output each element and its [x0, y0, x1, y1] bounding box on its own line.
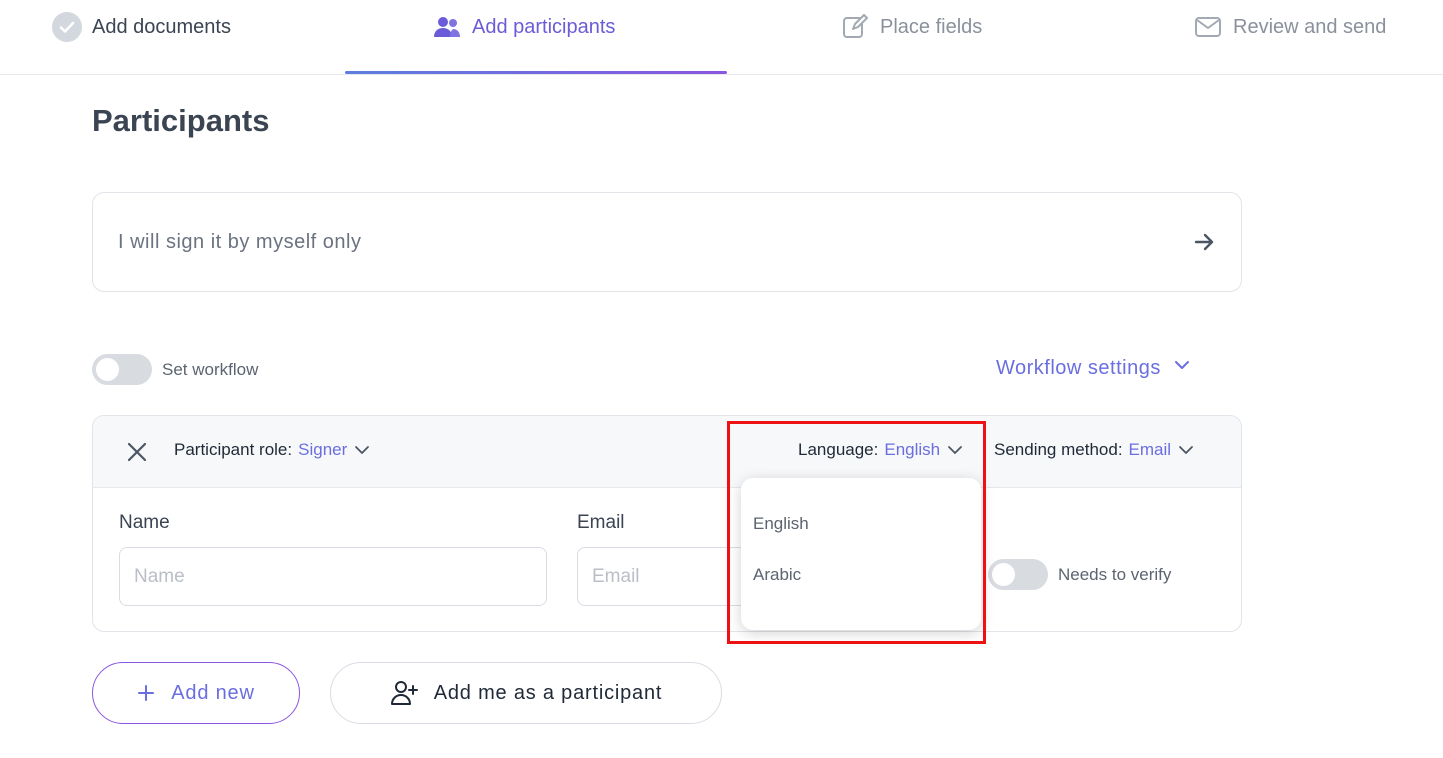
- language-option-arabic[interactable]: Arabic: [741, 565, 981, 616]
- chevron-down-icon: [946, 441, 964, 459]
- add-new-label: Add new: [171, 681, 255, 704]
- plus-icon: [137, 684, 155, 702]
- step-label: Place fields: [880, 15, 983, 38]
- step-label: Review and send: [1233, 15, 1387, 38]
- language-select[interactable]: Language: English: [798, 440, 964, 460]
- step-review-and-send[interactable]: Review and send: [1193, 10, 1386, 44]
- step-add-participants[interactable]: Add participants: [432, 10, 615, 44]
- sending-method-select[interactable]: Sending method: Email: [994, 440, 1195, 460]
- page-title: Participants: [92, 103, 270, 138]
- email-label: Email: [577, 512, 625, 533]
- sending-label: Sending method:: [994, 440, 1123, 459]
- role-label: Participant role:: [174, 440, 293, 459]
- close-icon[interactable]: [125, 440, 149, 464]
- step-label: Add documents: [92, 15, 231, 38]
- set-workflow-label: Set workflow: [162, 359, 259, 379]
- mail-icon: [1193, 12, 1223, 42]
- step-place-fields[interactable]: Place fields: [840, 10, 982, 44]
- active-step-indicator: [345, 71, 727, 74]
- sending-value: Email: [1128, 440, 1172, 459]
- self-sign-label: I will sign it by myself only: [118, 230, 362, 253]
- add-me-button[interactable]: Add me as a participant: [330, 662, 722, 724]
- check-circle-icon: [52, 12, 82, 42]
- language-option-english[interactable]: English: [741, 514, 981, 565]
- edit-icon: [840, 12, 870, 42]
- users-icon: [432, 12, 462, 42]
- needs-to-verify-row: Needs to verify: [988, 559, 1171, 590]
- chevron-down-icon: [353, 441, 371, 459]
- add-new-button[interactable]: Add new: [92, 662, 300, 724]
- language-dropdown: English Arabic: [741, 478, 981, 630]
- step-label: Add participants: [472, 15, 616, 38]
- self-sign-option[interactable]: I will sign it by myself only: [92, 192, 1242, 292]
- workflow-settings-label: Workflow settings: [996, 356, 1161, 379]
- chevron-down-icon: [1177, 441, 1195, 459]
- participant-header: Participant role: Signer Language: Engli…: [93, 416, 1241, 488]
- role-value: Signer: [298, 440, 348, 459]
- name-input[interactable]: [119, 547, 547, 606]
- participant-card: Participant role: Signer Language: Engli…: [92, 415, 1242, 632]
- language-value: English: [884, 440, 941, 459]
- name-label: Name: [119, 512, 170, 533]
- user-plus-icon: [390, 679, 418, 707]
- chevron-down-icon: [1173, 356, 1191, 380]
- step-add-documents[interactable]: Add documents: [52, 10, 231, 44]
- arrow-right-icon: [1192, 230, 1216, 254]
- participant-role-select[interactable]: Participant role: Signer: [174, 440, 371, 460]
- add-me-label: Add me as a participant: [433, 681, 663, 704]
- needs-to-verify-label: Needs to verify: [1058, 564, 1172, 584]
- language-label: Language:: [798, 440, 879, 459]
- workflow-toggle-row: Set workflow: [92, 354, 258, 385]
- set-workflow-toggle[interactable]: [92, 354, 152, 385]
- workflow-settings-button[interactable]: Workflow settings: [996, 356, 1191, 380]
- stepper: Add documents Add participants Place fie…: [0, 0, 1443, 75]
- needs-to-verify-toggle[interactable]: [988, 559, 1048, 590]
